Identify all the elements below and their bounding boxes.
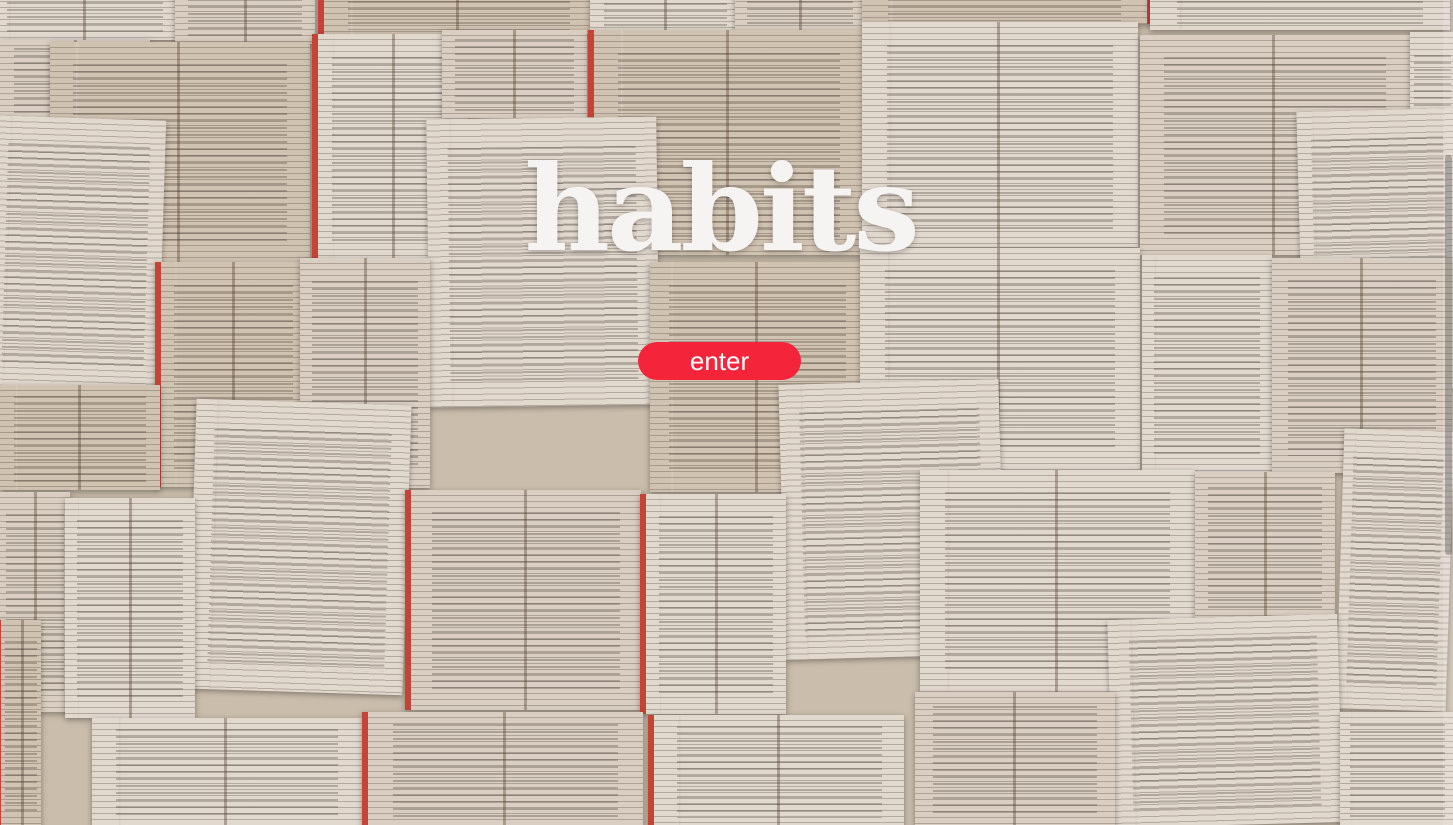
enter-button[interactable]: enter bbox=[638, 342, 801, 380]
scrollbar-thumb[interactable] bbox=[1445, 155, 1452, 555]
site-title: habits bbox=[524, 139, 920, 278]
landing-page: habits enter bbox=[0, 0, 1453, 825]
scrollbar-track[interactable] bbox=[1443, 0, 1453, 825]
background-tint bbox=[0, 0, 1453, 825]
